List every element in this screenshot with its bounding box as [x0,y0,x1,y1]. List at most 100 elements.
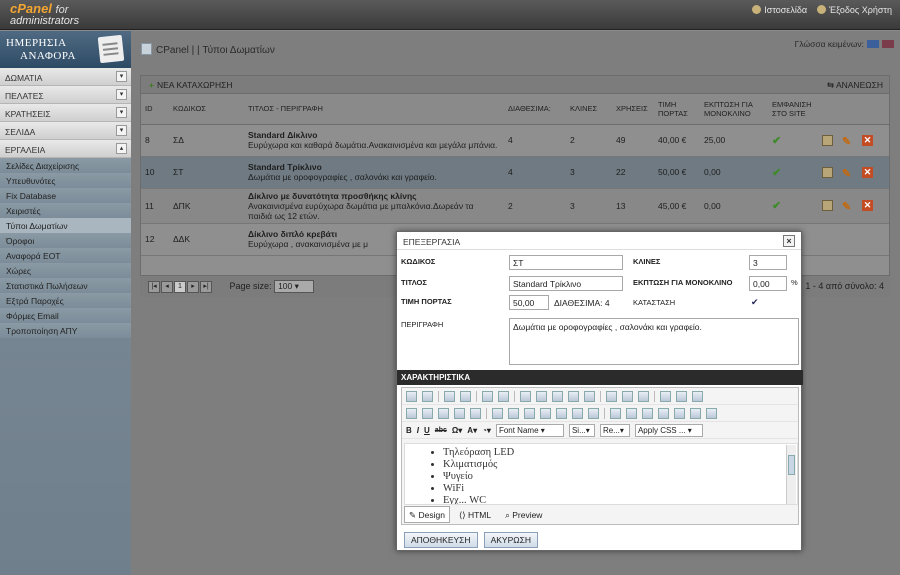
table-row[interactable]: 8 ΣΔ Standard Δίκλινο Ευρύχωρα και καθαρά… [141,124,889,157]
replace-icon[interactable] [638,390,649,402]
undo-icon[interactable] [482,390,493,402]
sidebar-item-extras[interactable]: Εξτρά Παροχές [0,293,131,308]
page-number-button[interactable]: 1 [174,280,186,293]
table-col-icon[interactable] [642,407,653,419]
sidebar-item-responsibles[interactable]: Υπευθυνότες [0,173,131,188]
color-icon[interactable] [470,407,481,419]
copy-icon[interactable] [536,390,547,402]
sidebar-item-fix-database[interactable]: Fix Database [0,188,131,203]
indent-icon[interactable] [524,407,535,419]
table-merge-icon[interactable] [658,407,669,419]
paste-text-icon[interactable] [568,390,579,402]
strike-button[interactable]: abc [435,427,447,434]
table-row-icon[interactable] [626,407,637,419]
align-center-icon[interactable] [422,407,433,419]
sidebar-item-operators[interactable]: Χειριστές [0,203,131,218]
edit-pencil-icon[interactable]: ✎ [842,167,853,180]
description-textarea[interactable]: Δωμάτια με ορoφογραφίες , σαλονάκι και γ… [509,318,799,365]
first-page-button[interactable]: |◂ [148,280,160,293]
format-select[interactable]: Re... ▾ [599,423,630,437]
close-icon[interactable]: × [783,235,795,247]
date-icon[interactable] [676,390,687,402]
cut-icon[interactable] [520,390,531,402]
price-field[interactable]: 50,00 [509,295,549,310]
last-page-button[interactable]: ▸| [200,280,212,293]
discount-field[interactable]: 0,00 [749,276,787,291]
sidebar-item-floors[interactable]: Όροφοι [0,233,131,248]
underline-button[interactable]: U [424,426,430,435]
time-icon[interactable] [692,390,703,402]
col-price[interactable]: ΤΙΜΗ ΠΟΡΤΑΣ [654,94,700,125]
refresh-button[interactable]: ⇆ ΑΝΑΝΕΩΣΗ [827,80,883,91]
prev-page-button[interactable]: ◂ [161,280,173,293]
align-left-icon[interactable] [406,407,417,419]
italic-button[interactable]: I [417,426,419,435]
site-link[interactable]: Ιστοσελίδα [752,5,807,15]
sidebar-item-eot-report[interactable]: Αναφορά ΕΟΤ [0,248,131,263]
table-icon[interactable] [610,407,621,419]
code-field[interactable]: ΣΤ [509,255,623,270]
details-icon[interactable] [822,200,833,212]
font-color-button[interactable]: A▾ [467,426,477,435]
ordered-list-icon[interactable] [540,407,551,419]
form-icon[interactable] [706,407,717,419]
align-right-icon[interactable] [438,407,449,419]
table-row[interactable]: 11 ΔΠΚ Δίκλινο με δυνατότητα προσθήκης κ… [141,188,889,224]
col-uses[interactable]: ΧΡΗΣΕΙΣ [612,94,654,125]
menu-group-bookings[interactable]: ΚΡΑΤΗΣΕΙΣ ▾ [0,104,131,122]
sidebar-item-email-forms[interactable]: Φόρμες Email [0,308,131,323]
bg-color-button[interactable]: ◔▾ [482,426,491,435]
special-char-button[interactable]: Ω▾ [452,426,462,435]
editor-scrollbar[interactable] [786,445,796,504]
tab-html[interactable]: ⟨⟩ HTML [454,506,496,523]
font-size-select[interactable]: Si... ▾ [568,423,595,437]
document-icon[interactable] [444,390,455,402]
daily-report-header[interactable]: ΗΜΕΡΗΣΙΑ ΑΝΑΦΟΡΑ [0,31,131,68]
template-icon[interactable] [460,390,471,402]
tab-design[interactable]: ✎ Design [404,506,450,523]
unlink-icon[interactable] [588,407,599,419]
save-button[interactable]: ΑΠΟΘΗΚΕΥΣΗ [404,532,478,548]
next-page-button[interactable]: ▸ [187,280,199,293]
superscript-icon[interactable] [492,407,503,419]
col-available[interactable]: ΔΙΑΘΕΣΙΜΑ: [504,94,566,125]
details-icon[interactable] [822,134,833,146]
apply-css-select[interactable]: Apply CSS ... ▾ [634,423,703,437]
col-beds[interactable]: ΚΛΙΝΕΣ [566,94,612,125]
sidebar-item-sales-stats[interactable]: Στατιστικά Πωλήσεων [0,278,131,293]
image-icon[interactable] [406,390,417,402]
title-field[interactable]: Standard Τρίκλινο [509,276,623,291]
menu-group-tools[interactable]: ΕΡΓΑΛΕΙΑ ▴ [0,140,131,158]
link-icon[interactable] [572,407,583,419]
menu-group-rooms[interactable]: ΔΩΜΑΤΙΑ ▾ [0,68,131,86]
editor-content[interactable]: Τηλεόραση LED Κλιματισμός Ψυγείο WiFi Εγ… [404,443,798,505]
sidebar-item-room-types[interactable]: Τύποι Δωματίων [0,218,131,233]
bullet-list-icon[interactable] [556,407,567,419]
menu-group-customers[interactable]: ΠΕΛΑΤΕΣ ▾ [0,86,131,104]
beds-field[interactable]: 3 [749,255,787,270]
redo-icon[interactable] [498,390,509,402]
logout-link[interactable]: Έξοδος Χρήστη [817,5,892,15]
col-id[interactable]: ID [141,94,169,125]
add-new-button[interactable]: + ΝΕΑ ΚΑΤΑΧΩΡΗΣΗ [149,80,233,90]
cancel-button[interactable]: ΑΚΥΡΩΣΗ [483,532,539,548]
flag-en-icon[interactable] [882,40,894,48]
sidebar-item-countries[interactable]: Χώρες [0,263,131,278]
tab-preview[interactable]: ⌕ Preview [500,506,547,523]
delete-icon[interactable]: ✕ [862,134,873,146]
col-discount[interactable]: ΕΚΠΤΩΣΗ ΓΙΑ ΜΟΝΟΚΛΙΝΟ [700,94,768,125]
status-checkbox[interactable]: ✔ [751,297,759,308]
justify-icon[interactable] [454,407,465,419]
menu-group-page[interactable]: ΣΕΛΙΔΑ ▾ [0,122,131,140]
details-icon[interactable] [822,166,833,178]
sidebar-item-admin-pages[interactable]: Σελίδες Διαχείρισης [0,158,131,173]
bold-button[interactable]: B [406,426,412,435]
horizontal-rule-icon[interactable] [660,390,671,402]
font-name-select[interactable]: Font Name ▾ [495,423,564,437]
page-size-select[interactable]: 100 ▾ [274,280,315,293]
edit-pencil-icon[interactable]: ✎ [842,135,853,148]
delete-icon[interactable]: ✕ [862,200,873,212]
table-row[interactable]: 10 ΣΤ Standard Τρίκλινο Δωμάτια με ορoφογ… [141,156,889,189]
media-icon[interactable] [422,390,433,402]
flag-gr-icon[interactable] [867,40,879,48]
